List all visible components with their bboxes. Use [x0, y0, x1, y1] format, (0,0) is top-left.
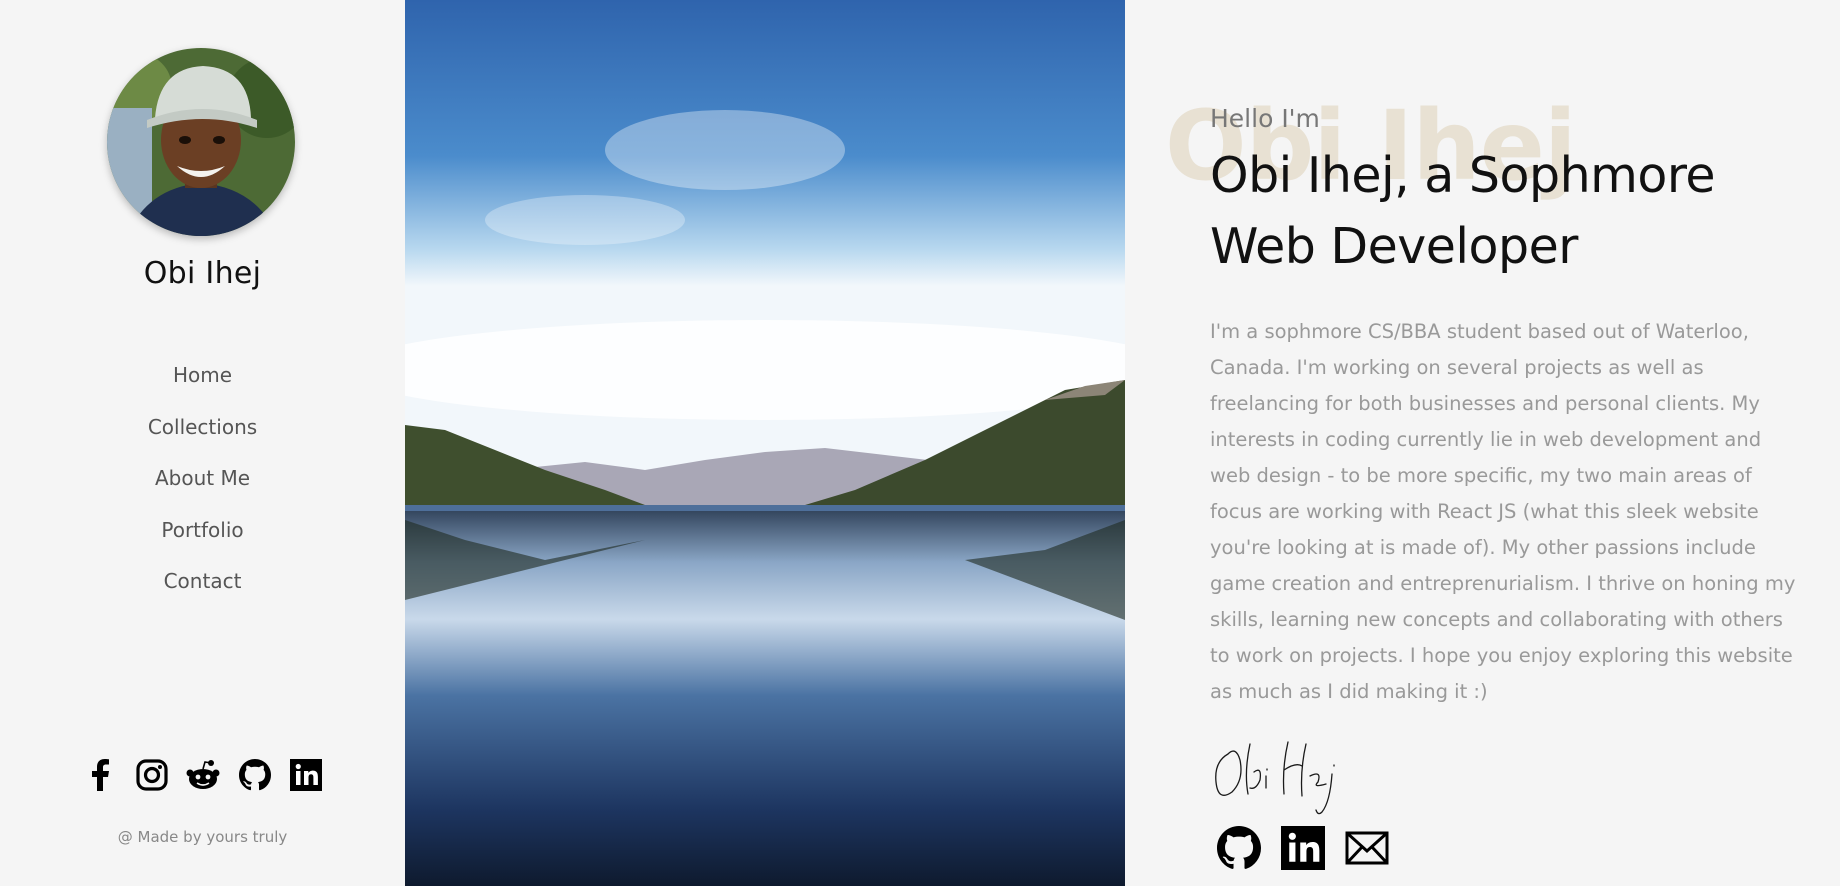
nav-item-about-me[interactable]: About Me	[0, 461, 405, 513]
sidebar-name: Obi Ihej	[143, 256, 262, 291]
facebook-icon[interactable]	[83, 758, 117, 792]
page-title: Obi Ihej, a Sophmore Web Developer	[1210, 147, 1716, 275]
signature	[1210, 732, 1370, 817]
instagram-icon[interactable]	[135, 758, 169, 792]
about-content: Obi Ihej Hello I'm Obi Ihej, a Sophmore …	[1125, 0, 1840, 886]
github-icon[interactable]	[238, 758, 272, 792]
mail-icon[interactable]	[1345, 826, 1389, 870]
reddit-icon[interactable]	[186, 758, 220, 792]
social-links	[83, 757, 323, 793]
github-icon[interactable]	[1217, 826, 1261, 870]
nav-item-home[interactable]: Home	[0, 358, 405, 410]
nav-item-collections[interactable]: Collections	[0, 410, 405, 462]
contact-links	[1217, 826, 1389, 870]
linkedin-icon[interactable]	[1281, 826, 1325, 870]
main-nav: Home Collections About Me Portfolio Cont…	[0, 358, 405, 616]
hero-landscape-image	[405, 0, 1125, 886]
avatar	[107, 48, 295, 236]
sidebar: Obi Ihej Home Collections About Me Portf…	[0, 0, 405, 886]
nav-item-portfolio[interactable]: Portfolio	[0, 513, 405, 565]
bio-paragraph: I'm a sophmore CS/BBA student based out …	[1210, 320, 1796, 703]
footer-note: @ Made by yours truly	[117, 828, 288, 846]
linkedin-icon[interactable]	[289, 758, 323, 792]
nav-item-contact[interactable]: Contact	[0, 564, 405, 616]
greeting: Hello I'm	[1210, 104, 1320, 133]
